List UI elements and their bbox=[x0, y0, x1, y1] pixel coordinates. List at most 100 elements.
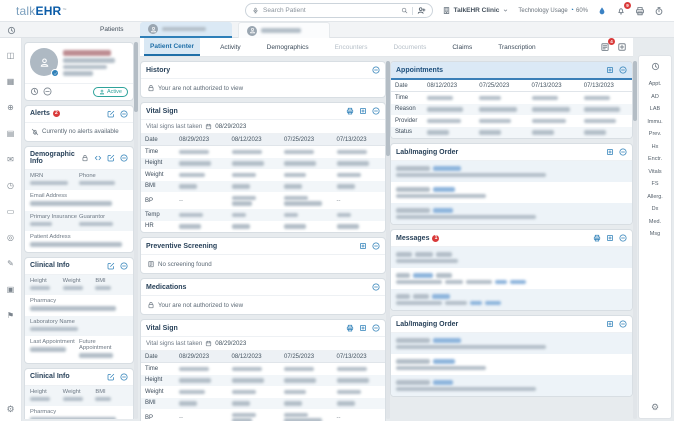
timer-button[interactable] bbox=[654, 6, 664, 16]
column-header[interactable]: 08/12/2023 bbox=[228, 134, 281, 146]
lab-order-item[interactable] bbox=[391, 333, 632, 354]
rail-item-hx[interactable]: Hx bbox=[652, 144, 659, 150]
collapse-icon[interactable] bbox=[372, 107, 380, 115]
clock-icon[interactable]: ◷ bbox=[7, 182, 14, 190]
print-icon[interactable] bbox=[346, 324, 354, 332]
rail-item-dx[interactable]: Dx bbox=[652, 206, 659, 212]
privacy-icon[interactable] bbox=[30, 87, 39, 96]
scrollbar-thumb[interactable] bbox=[134, 42, 138, 112]
print-icon[interactable] bbox=[593, 234, 601, 242]
collapse-icon[interactable] bbox=[619, 320, 627, 328]
mail-icon[interactable]: ✉ bbox=[7, 156, 14, 164]
column-header[interactable]: 08/29/2023 bbox=[175, 134, 228, 146]
edit-icon[interactable]: ✎ bbox=[7, 260, 14, 268]
flag-icon[interactable]: ⚑ bbox=[7, 312, 14, 320]
sticky-notes-button[interactable]: 4 bbox=[600, 42, 610, 52]
column-header[interactable]: 07/25/2023 bbox=[280, 351, 333, 363]
column-header[interactable]: 08/12/2023 bbox=[228, 351, 281, 363]
collapse-icon[interactable] bbox=[120, 110, 128, 118]
collapse-icon[interactable] bbox=[619, 66, 627, 74]
code-icon[interactable] bbox=[94, 154, 102, 162]
rail-item-allerg[interactable]: Allerg. bbox=[647, 194, 663, 200]
rail-item-med[interactable]: Med. bbox=[649, 219, 661, 225]
rail-item-lab[interactable]: LAB bbox=[650, 106, 660, 112]
collapse-icon[interactable] bbox=[372, 242, 380, 250]
tab-transcription[interactable]: Transcription bbox=[492, 38, 541, 56]
search-icon[interactable] bbox=[401, 7, 408, 14]
message-item[interactable] bbox=[391, 247, 632, 268]
patient-tab-idle[interactable] bbox=[238, 22, 330, 38]
collapse-icon[interactable] bbox=[120, 262, 128, 270]
column-header[interactable]: 08/12/2023 bbox=[423, 80, 475, 92]
search-input[interactable] bbox=[263, 7, 397, 14]
message-item[interactable] bbox=[391, 289, 632, 310]
redacted-link[interactable] bbox=[433, 166, 461, 171]
collapse-icon[interactable] bbox=[120, 373, 128, 381]
redacted-link[interactable] bbox=[433, 380, 453, 385]
rail-item-prev[interactable]: Prev. bbox=[649, 131, 661, 137]
info-icon[interactable] bbox=[43, 87, 52, 96]
rail-item-msg[interactable]: Msg bbox=[650, 231, 660, 237]
expand-icon[interactable] bbox=[359, 242, 367, 250]
search-patient-box[interactable] bbox=[245, 3, 433, 18]
rail-item-enctr[interactable]: Enctr. bbox=[648, 156, 662, 162]
patient-tab-active[interactable] bbox=[140, 22, 232, 38]
lab-order-item[interactable] bbox=[391, 375, 632, 396]
column-header[interactable]: 08/29/2023 bbox=[175, 351, 228, 363]
expand-icon[interactable] bbox=[606, 148, 614, 156]
lab-order-item[interactable] bbox=[391, 203, 632, 224]
edit-icon[interactable] bbox=[107, 262, 115, 270]
edit-icon[interactable] bbox=[107, 154, 115, 162]
column-header[interactable]: 07/13/2023 bbox=[580, 80, 632, 92]
gear-icon[interactable]: ⚙ bbox=[651, 402, 659, 413]
collapse-icon[interactable] bbox=[619, 148, 627, 156]
expand-icon[interactable] bbox=[606, 320, 614, 328]
notifications-button[interactable]: 9 bbox=[616, 6, 626, 16]
theme-drop-button[interactable] bbox=[597, 6, 607, 16]
lab-order-item[interactable] bbox=[391, 182, 632, 203]
id-card-icon[interactable]: ▤ bbox=[7, 130, 15, 138]
monitor-icon[interactable]: ▭ bbox=[7, 208, 15, 216]
redacted-link[interactable] bbox=[510, 280, 526, 285]
collapse-icon[interactable] bbox=[619, 234, 627, 242]
tab-activity[interactable]: Activity bbox=[214, 38, 247, 56]
redacted-link[interactable] bbox=[495, 280, 507, 285]
tab-patients[interactable]: Patients bbox=[100, 26, 124, 33]
redacted-link[interactable] bbox=[433, 187, 455, 192]
collapse-icon[interactable] bbox=[120, 154, 128, 162]
rail-item-ad[interactable]: AD bbox=[651, 94, 659, 100]
rail-item-immu[interactable]: Immu. bbox=[647, 119, 662, 125]
rail-item-vitals[interactable]: Vitals bbox=[648, 169, 661, 175]
users-icon[interactable]: ◫ bbox=[7, 52, 15, 60]
lab-order-item[interactable] bbox=[391, 161, 632, 182]
lab-order-item[interactable] bbox=[391, 354, 632, 375]
expand-icon[interactable] bbox=[606, 66, 614, 74]
rail-item-fs[interactable]: FS bbox=[651, 181, 658, 187]
rail-item-appt[interactable]: Appt. bbox=[649, 81, 662, 87]
message-item[interactable] bbox=[391, 268, 632, 289]
print-icon[interactable] bbox=[346, 107, 354, 115]
clock-icon[interactable] bbox=[651, 62, 660, 71]
edit-icon[interactable] bbox=[107, 110, 115, 118]
calendar-icon[interactable]: ▦ bbox=[7, 78, 15, 86]
column-header[interactable]: 07/13/2023 bbox=[333, 351, 386, 363]
redacted-link[interactable] bbox=[432, 294, 450, 299]
briefcase-icon[interactable]: ▣ bbox=[7, 286, 15, 294]
collapse-icon[interactable] bbox=[372, 324, 380, 332]
redacted-link[interactable] bbox=[413, 273, 433, 278]
scrollbar-thumb[interactable] bbox=[633, 61, 637, 121]
add-patient-icon[interactable] bbox=[417, 6, 426, 15]
collapse-icon[interactable] bbox=[372, 66, 380, 74]
history-clock-icon[interactable] bbox=[7, 26, 16, 35]
chevron-down-icon[interactable] bbox=[502, 7, 509, 14]
tab-claims[interactable]: Claims bbox=[446, 38, 478, 56]
collapse-icon[interactable] bbox=[372, 283, 380, 291]
redacted-link[interactable] bbox=[485, 301, 501, 306]
redacted-link[interactable] bbox=[433, 359, 455, 364]
layout-expand-icon[interactable] bbox=[617, 42, 627, 52]
eye-icon[interactable]: ◎ bbox=[7, 234, 14, 242]
tab-demographics[interactable]: Demographics bbox=[261, 38, 315, 56]
redacted-link[interactable] bbox=[470, 301, 482, 306]
column-header[interactable]: 07/25/2023 bbox=[280, 134, 333, 146]
user-add-icon[interactable]: ⊕ bbox=[7, 104, 14, 112]
